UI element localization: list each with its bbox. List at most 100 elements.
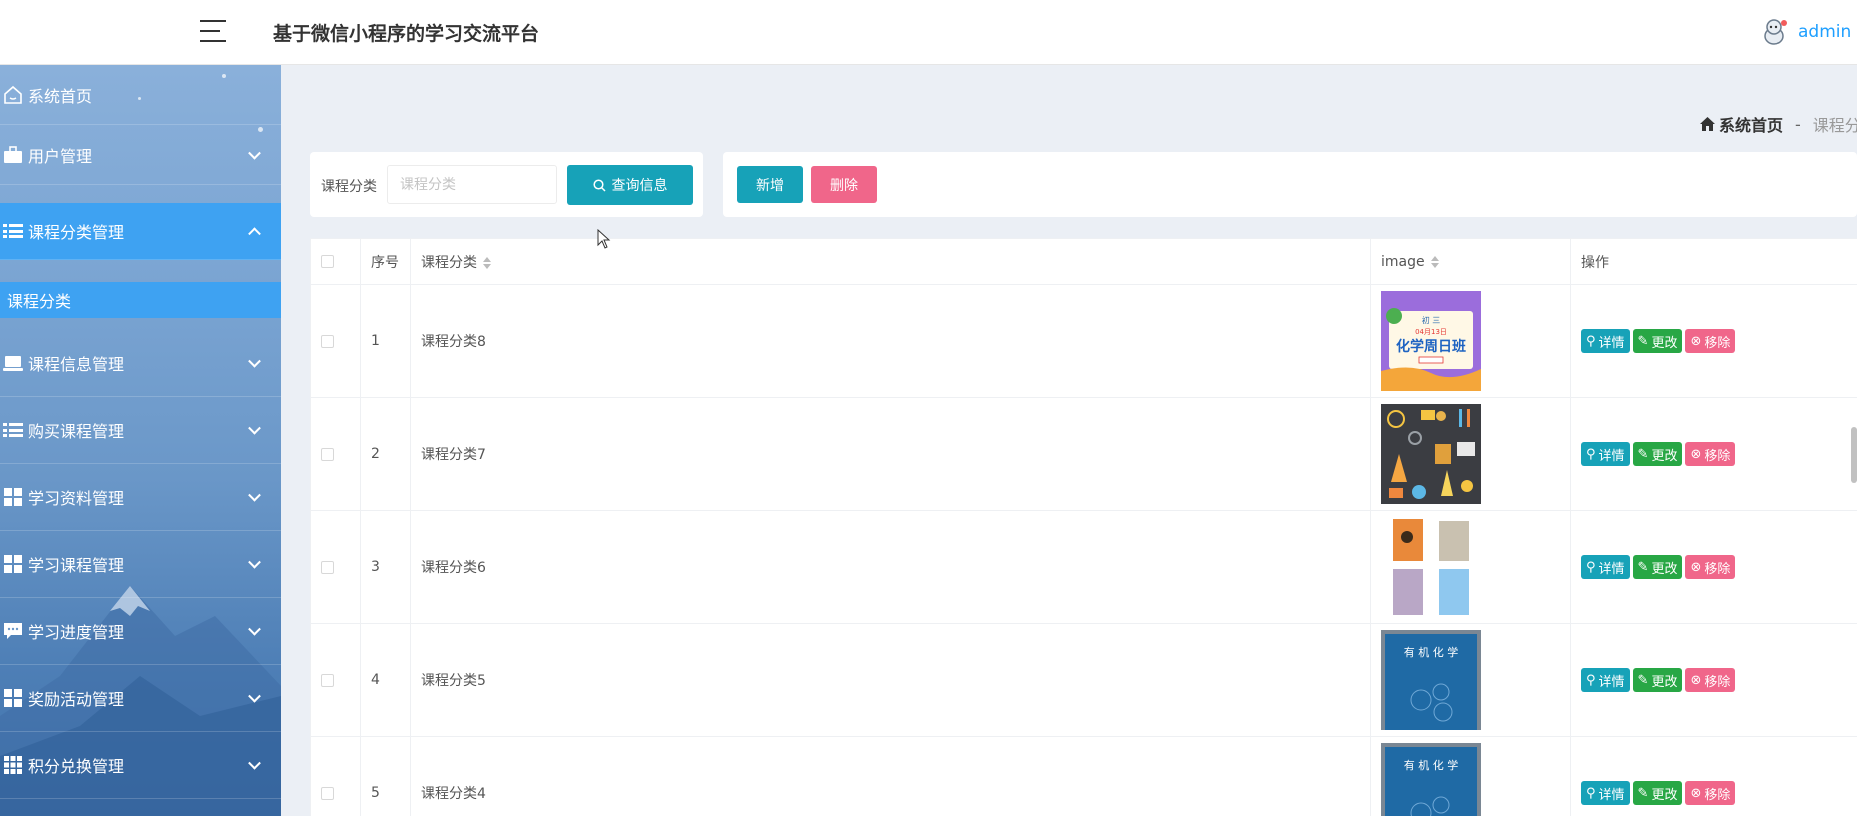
sidebar-item-home[interactable]: 系统首页 bbox=[0, 65, 281, 125]
pencil-icon: ✎ bbox=[1637, 559, 1649, 575]
username: admin bbox=[1798, 22, 1852, 42]
edit-button[interactable]: ✎ 更改 bbox=[1632, 329, 1683, 353]
remove-button-label: 移除 bbox=[1704, 561, 1731, 577]
sidebar-item-label: 课程分类管理 bbox=[28, 223, 125, 242]
course-thumbnail[interactable]: 初 三 04月13日 化学周日班 bbox=[1381, 291, 1481, 391]
avatar bbox=[1764, 19, 1787, 45]
chevron-down-icon bbox=[248, 354, 261, 368]
table-row: 4 课程分类5 有 机 化 学 ⚲ 详情 ✎ 更改 ⊗ 移除 bbox=[310, 623, 1857, 737]
edit-button[interactable]: ✎ 更改 bbox=[1632, 668, 1683, 692]
column-header-index: 序号 bbox=[360, 238, 411, 285]
row-image-cell bbox=[1370, 510, 1571, 624]
row-actions: ⚲ 详情 ✎ 更改 ⊗ 移除 bbox=[1570, 284, 1857, 398]
course-thumbnail[interactable]: 有 机 化 学 bbox=[1381, 743, 1481, 816]
sidebar-item-materials[interactable]: 学习资料管理 bbox=[0, 464, 281, 531]
column-header-label: 课程分类 bbox=[421, 254, 477, 271]
sidebar-item-rewards[interactable]: 奖励活动管理 bbox=[0, 665, 281, 732]
thumbnail-text: 化学周日班 bbox=[1396, 338, 1466, 355]
delete-button[interactable]: 删除 bbox=[811, 166, 877, 203]
thumbnail-text: 04月13日 bbox=[1415, 328, 1447, 336]
sidebar-item-purchase[interactable]: 购买课程管理 bbox=[0, 397, 281, 464]
row-select-cell bbox=[310, 736, 361, 816]
sidebar-item-points[interactable]: 积分兑换管理 bbox=[0, 732, 281, 799]
edit-button-label: 更改 bbox=[1651, 674, 1678, 690]
select-all-checkbox[interactable] bbox=[321, 255, 334, 268]
user-menu[interactable]: admin bbox=[1760, 17, 1851, 47]
vertical-scrollbar[interactable] bbox=[1851, 427, 1857, 483]
chevron-down-icon bbox=[248, 488, 261, 502]
detail-button[interactable]: ⚲ 详情 bbox=[1581, 781, 1630, 805]
home-icon bbox=[2, 85, 24, 105]
sidebar-item-label: 系统首页 bbox=[28, 86, 93, 106]
remove-button[interactable]: ⊗ 移除 bbox=[1685, 442, 1736, 466]
add-button[interactable]: 新增 bbox=[737, 166, 803, 203]
menu-toggle-icon[interactable] bbox=[200, 19, 226, 43]
row-actions: ⚲ 详情 ✎ 更改 ⊗ 移除 bbox=[1570, 736, 1857, 816]
column-header-category[interactable]: 课程分类 bbox=[410, 238, 1371, 285]
sort-icon[interactable] bbox=[483, 256, 491, 269]
close-circle-icon: ⊗ bbox=[1690, 559, 1702, 575]
thumbnail-text: 有 机 化 学 bbox=[1404, 645, 1459, 659]
remove-button[interactable]: ⊗ 移除 bbox=[1685, 555, 1736, 579]
detail-button-label: 详情 bbox=[1598, 561, 1625, 577]
detail-button[interactable]: ⚲ 详情 bbox=[1581, 668, 1630, 692]
table-row: 5 课程分类4 有 机 化 学 ⚲ 详情 ✎ 更改 ⊗ 移除 bbox=[310, 736, 1857, 816]
sort-icon[interactable] bbox=[1430, 255, 1439, 268]
edit-button-label: 更改 bbox=[1651, 335, 1678, 351]
remove-button[interactable]: ⊗ 移除 bbox=[1685, 781, 1736, 805]
remove-button[interactable]: ⊗ 移除 bbox=[1685, 668, 1736, 692]
sidebar-item-label: 学习资料管理 bbox=[28, 489, 125, 508]
apps-icon bbox=[2, 755, 24, 775]
chevron-down-icon bbox=[248, 421, 261, 435]
row-category: 课程分类6 bbox=[410, 510, 1371, 624]
column-header-image[interactable]: image bbox=[1370, 238, 1571, 285]
sidebar-item-users[interactable]: 用户管理 bbox=[0, 125, 281, 185]
laptop-icon bbox=[2, 353, 24, 373]
mouse-pointer-icon bbox=[597, 229, 611, 249]
select-all-cell bbox=[310, 238, 361, 285]
row-index: 5 bbox=[360, 736, 411, 816]
detail-button[interactable]: ⚲ 详情 bbox=[1581, 442, 1630, 466]
remove-button[interactable]: ⊗ 移除 bbox=[1685, 329, 1736, 353]
list-icon bbox=[2, 420, 24, 440]
detail-button[interactable]: ⚲ 详情 bbox=[1581, 329, 1630, 353]
row-checkbox[interactable] bbox=[321, 786, 334, 800]
grid-icon bbox=[2, 487, 24, 507]
course-thumbnail[interactable]: 有 机 化 学 bbox=[1381, 630, 1481, 730]
row-checkbox[interactable] bbox=[321, 447, 334, 461]
column-header-label: image bbox=[1381, 253, 1425, 270]
search-icon: ⚲ bbox=[1586, 559, 1596, 575]
detail-button[interactable]: ⚲ 详情 bbox=[1581, 555, 1630, 579]
search-button[interactable]: 查询信息 bbox=[567, 165, 693, 205]
detail-button-label: 详情 bbox=[1598, 674, 1625, 690]
row-actions: ⚲ 详情 ✎ 更改 ⊗ 移除 bbox=[1570, 397, 1857, 511]
row-checkbox[interactable] bbox=[321, 334, 334, 348]
sidebar: 系统首页 用户管理 课程分类管理 课程分类 课程信息管理 购买课程管理 学习资料… bbox=[0, 65, 281, 816]
app-title: 基于微信小程序的学习交流平台 bbox=[273, 23, 540, 45]
breadcrumb-home[interactable]: 系统首页 bbox=[1719, 112, 1783, 136]
search-input[interactable] bbox=[387, 165, 557, 204]
edit-button[interactable]: ✎ 更改 bbox=[1632, 442, 1683, 466]
sidebar-item-progress[interactable]: 学习进度管理 bbox=[0, 598, 281, 665]
row-checkbox[interactable] bbox=[321, 560, 334, 574]
top-header: 基于微信小程序的学习交流平台 admin bbox=[0, 0, 1857, 65]
edit-button[interactable]: ✎ 更改 bbox=[1632, 555, 1683, 579]
course-thumbnail[interactable] bbox=[1381, 517, 1481, 617]
sidebar-item-course-category[interactable]: 课程分类管理 bbox=[0, 203, 281, 260]
sidebar-subitem-course-category[interactable]: 课程分类 bbox=[0, 282, 281, 318]
close-circle-icon: ⊗ bbox=[1690, 333, 1702, 349]
list-icon bbox=[2, 221, 24, 241]
sidebar-item-course-info[interactable]: 课程信息管理 bbox=[0, 330, 281, 397]
row-select-cell bbox=[310, 510, 361, 624]
course-thumbnail[interactable] bbox=[1381, 404, 1481, 504]
remove-button-label: 移除 bbox=[1704, 674, 1731, 690]
table-row: 1 课程分类8 初 三 04月13日 化学周日班 ⚲ 详情 ✎ 更改 ⊗ 移除 bbox=[310, 284, 1857, 398]
remove-button-label: 移除 bbox=[1704, 787, 1731, 803]
sidebar-item-study-course[interactable]: 学习课程管理 bbox=[0, 531, 281, 598]
detail-button-label: 详情 bbox=[1598, 787, 1625, 803]
row-image-cell bbox=[1370, 397, 1571, 511]
search-label: 课程分类 bbox=[321, 179, 377, 195]
close-circle-icon: ⊗ bbox=[1690, 446, 1702, 462]
edit-button[interactable]: ✎ 更改 bbox=[1632, 781, 1683, 805]
row-checkbox[interactable] bbox=[321, 673, 334, 687]
